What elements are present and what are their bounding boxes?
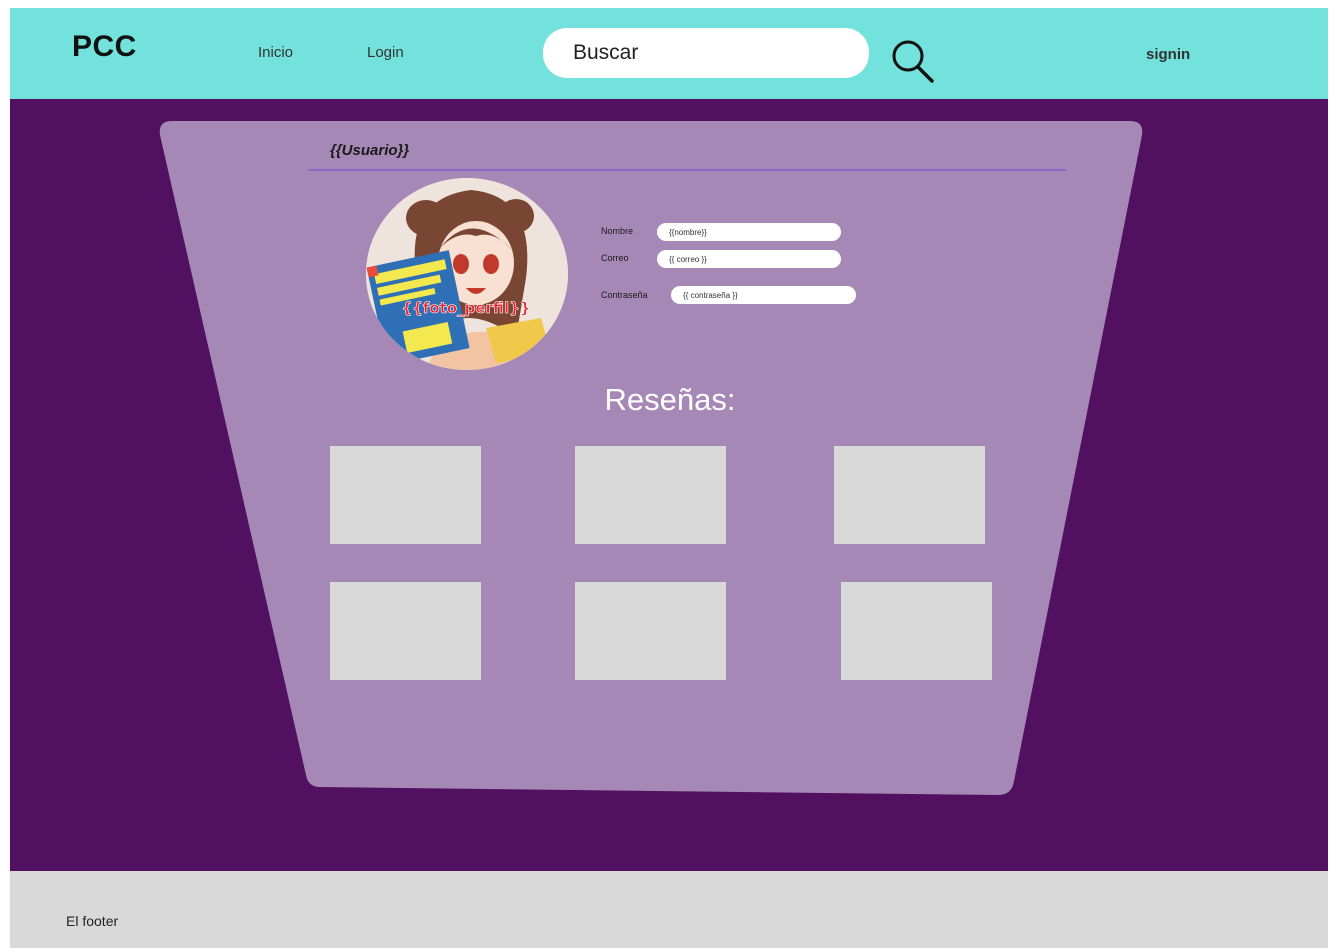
contrasena-field[interactable] [671,286,856,304]
footer-text: El footer [66,913,119,929]
nombre-label: Nombre [601,226,634,236]
page-footer: El footer [10,871,1328,948]
search-input[interactable] [543,28,869,78]
title-divider [308,169,1066,171]
username-title: {{Usuario}} [330,142,410,159]
top-navbar: PCC Inicio Login signin [10,8,1328,99]
page-frame: PCC Inicio Login signin {{Usuario}} [10,8,1328,948]
review-card[interactable] [834,446,985,544]
search-button[interactable] [888,36,940,88]
search-icon [892,40,934,83]
profile-avatar[interactable]: {{foto_perfil}} [366,178,568,370]
nav-link-inicio[interactable]: Inicio [258,44,293,61]
review-card[interactable] [330,446,481,544]
contrasena-label: Contraseña [601,290,648,300]
correo-label: Correo [601,253,629,263]
review-card[interactable] [330,582,481,680]
signin-link[interactable]: signin [1146,46,1190,63]
avatar-caption: {{foto_perfil}} [401,299,530,317]
nav-link-login[interactable]: Login [367,44,404,61]
site-logo[interactable]: PCC [72,30,137,64]
correo-field[interactable] [657,250,841,268]
nombre-field[interactable] [657,223,841,241]
review-card[interactable] [575,446,726,544]
review-card[interactable] [841,582,992,680]
main-content: {{Usuario}} {{foto_perfil}} Nombre {{nom… [10,99,1328,871]
review-card[interactable] [575,582,726,680]
avatar-illustration: {{foto_perfil}} [366,178,568,370]
reviews-title: Reseñas: [604,382,736,417]
